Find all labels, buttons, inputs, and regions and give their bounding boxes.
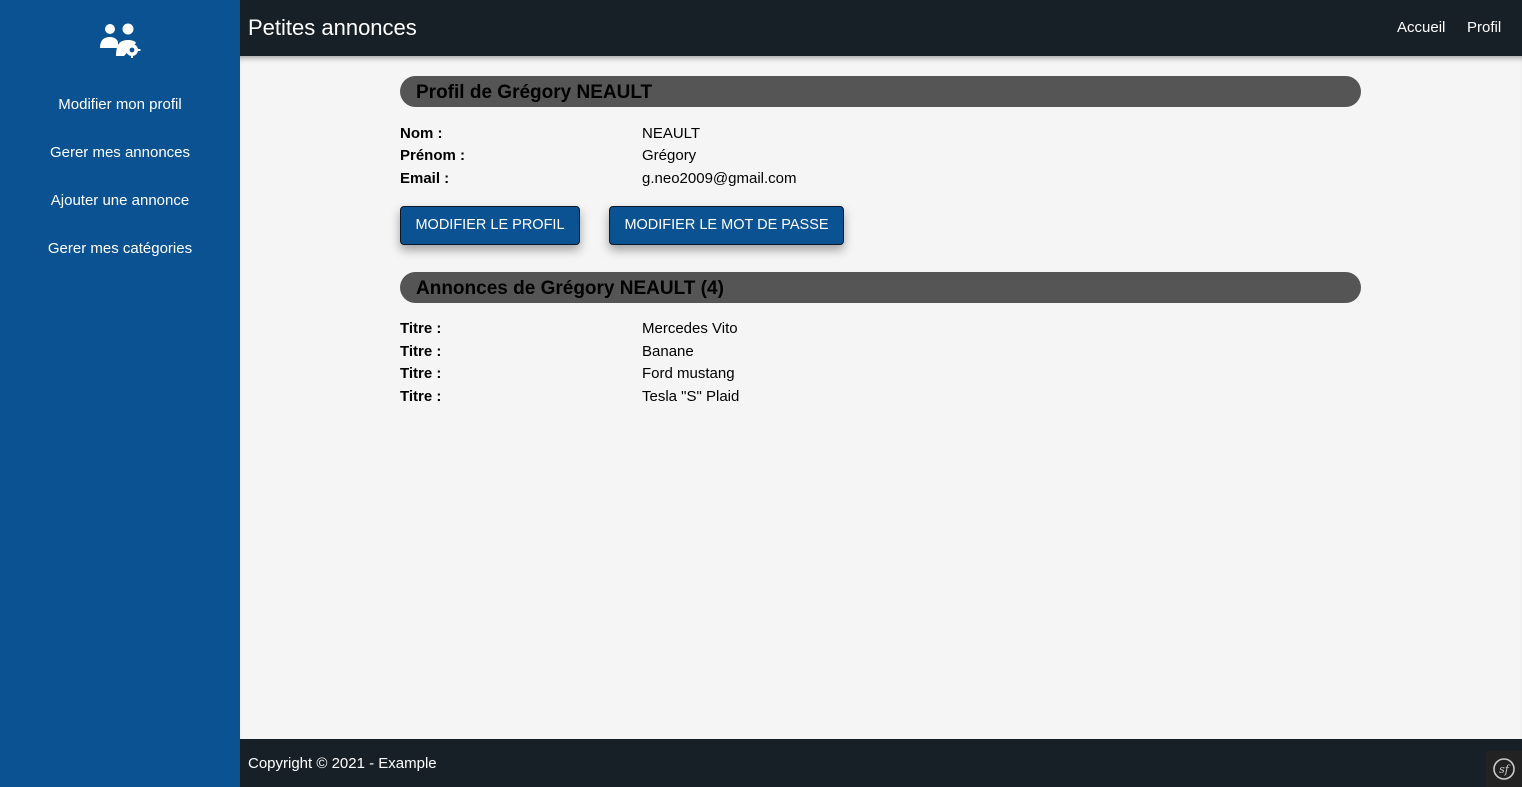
symfony-icon[interactable]: sf (1486, 751, 1522, 787)
edit-password-button[interactable]: MODIFIER LE MOT DE PASSE (609, 206, 844, 245)
nav-link-profile[interactable]: Profil (1467, 19, 1501, 36)
ads-heading: Annonces de Grégory NEAULT (4) (400, 272, 1361, 303)
field-label: Email : (400, 170, 450, 187)
field-label: Prénom : (400, 147, 466, 164)
ad-title-label: Titre : (400, 388, 442, 405)
users-gear-icon (98, 22, 142, 59)
ad-title-label: Titre : (400, 343, 442, 360)
footer: Copyright © 2021 - Example sf (240, 739, 1522, 787)
ad-title-label: Titre : (400, 365, 442, 382)
edit-profile-button[interactable]: MODIFIER LE PROFIL (400, 206, 580, 245)
ad-title-value: Banane (642, 343, 694, 360)
svg-text:sf: sf (1499, 763, 1511, 776)
copyright-text: Copyright © 2021 - Example (248, 755, 437, 772)
ad-title-value: Tesla "S" Plaid (642, 388, 740, 405)
nav-link-home[interactable]: Accueil (1397, 19, 1445, 36)
sidebar-item-manage-categories[interactable]: Gerer mes catégories (0, 240, 240, 257)
field-value: g.neo2009@gmail.com (642, 170, 797, 187)
main-content: Profil de Grégory NEAULT Nom : NEAULT Pr… (240, 56, 1522, 739)
app-title[interactable]: Petites annonces (248, 15, 417, 41)
sidebar-item-manage-ads[interactable]: Gerer mes annonces (0, 144, 240, 161)
sidebar-item-add-ad[interactable]: Ajouter une annonce (0, 192, 240, 209)
ad-title-value: Mercedes Vito (642, 320, 738, 337)
ad-title-label: Titre : (400, 320, 442, 337)
field-label: Nom : (400, 125, 443, 142)
field-value: Grégory (642, 147, 697, 164)
profile-heading: Profil de Grégory NEAULT (400, 76, 1361, 107)
sidebar: Modifier mon profil Gerer mes annonces A… (0, 0, 240, 787)
top-navbar: Petites annonces Accueil Profil (240, 0, 1522, 56)
ad-title-value: Ford mustang (642, 365, 735, 382)
sidebar-item-edit-profile[interactable]: Modifier mon profil (0, 96, 240, 113)
field-value: NEAULT (642, 125, 701, 142)
